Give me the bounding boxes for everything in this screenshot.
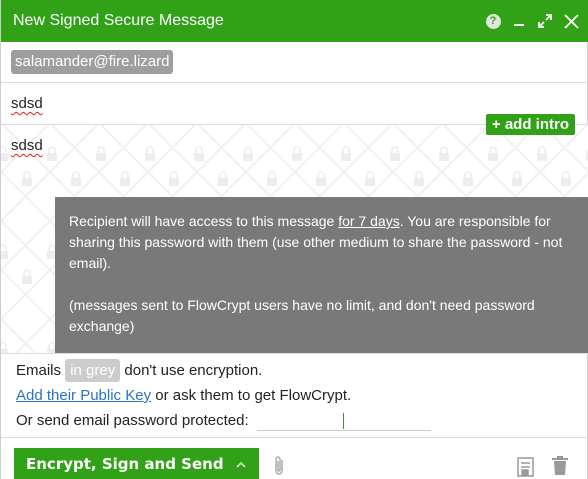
- fullscreen-icon[interactable]: [537, 13, 553, 29]
- no-encryption-text: don't use encryption.: [124, 362, 263, 379]
- trash-icon[interactable]: [551, 456, 569, 479]
- add-intro-button[interactable]: + add intro: [485, 114, 575, 135]
- encryption-warning: Emails in grey don't use encryption. Add…: [1, 353, 588, 437]
- warning-row-3: Or send email password protected:: [16, 408, 574, 433]
- compose-footer: Encrypt, Sign and Send: [1, 437, 588, 479]
- help-icon[interactable]: ?: [485, 13, 501, 29]
- recipient-chip[interactable]: salamander@fire.lizard: [11, 50, 174, 74]
- compose-window: New Signed Secure Message ? salamander@f…: [0, 0, 588, 479]
- notice-text: Recipient will have access to this messa…: [69, 213, 339, 229]
- ask-flowcrypt-text: or ask them to get FlowCrypt.: [155, 387, 352, 404]
- recipients-field[interactable]: salamander@fire.lizard: [1, 42, 588, 83]
- notice-paragraph-1: Recipient will have access to this messa…: [69, 211, 575, 274]
- header-controls: ?: [485, 0, 579, 42]
- close-icon[interactable]: [563, 13, 579, 29]
- message-body[interactable]: + add intro sdsd Recipient will have acc…: [1, 114, 588, 353]
- send-label: Encrypt, Sign and Send: [26, 455, 224, 473]
- document-icon[interactable]: [516, 456, 536, 479]
- emails-label: Emails: [16, 362, 62, 379]
- send-button[interactable]: Encrypt, Sign and Send: [14, 448, 259, 479]
- minimize-icon[interactable]: [511, 13, 527, 29]
- warning-row-2: Add their Public Key or ask them to get …: [16, 383, 574, 408]
- chevron-up-icon[interactable]: [235, 457, 247, 475]
- in-grey-badge: in grey: [65, 359, 121, 382]
- password-input[interactable]: [256, 411, 431, 432]
- subject-value: sdsd: [11, 95, 43, 112]
- help-label: ?: [485, 13, 501, 29]
- password-label: Or send email password protected:: [16, 412, 249, 429]
- warning-row-1: Emails in grey don't use encryption.: [16, 358, 574, 383]
- paperclip-icon[interactable]: [271, 454, 287, 479]
- add-public-key-link[interactable]: Add their Public Key: [16, 387, 151, 404]
- notice-paragraph-2: (messages sent to FlowCrypt users have n…: [69, 297, 535, 334]
- compose-title: New Signed Secure Message: [13, 12, 224, 29]
- password-notice: Recipient will have access to this messa…: [55, 197, 588, 353]
- body-text: sdsd: [11, 137, 43, 154]
- expiry-link[interactable]: for 7 days: [338, 213, 399, 229]
- compose-header: New Signed Secure Message ?: [1, 0, 588, 42]
